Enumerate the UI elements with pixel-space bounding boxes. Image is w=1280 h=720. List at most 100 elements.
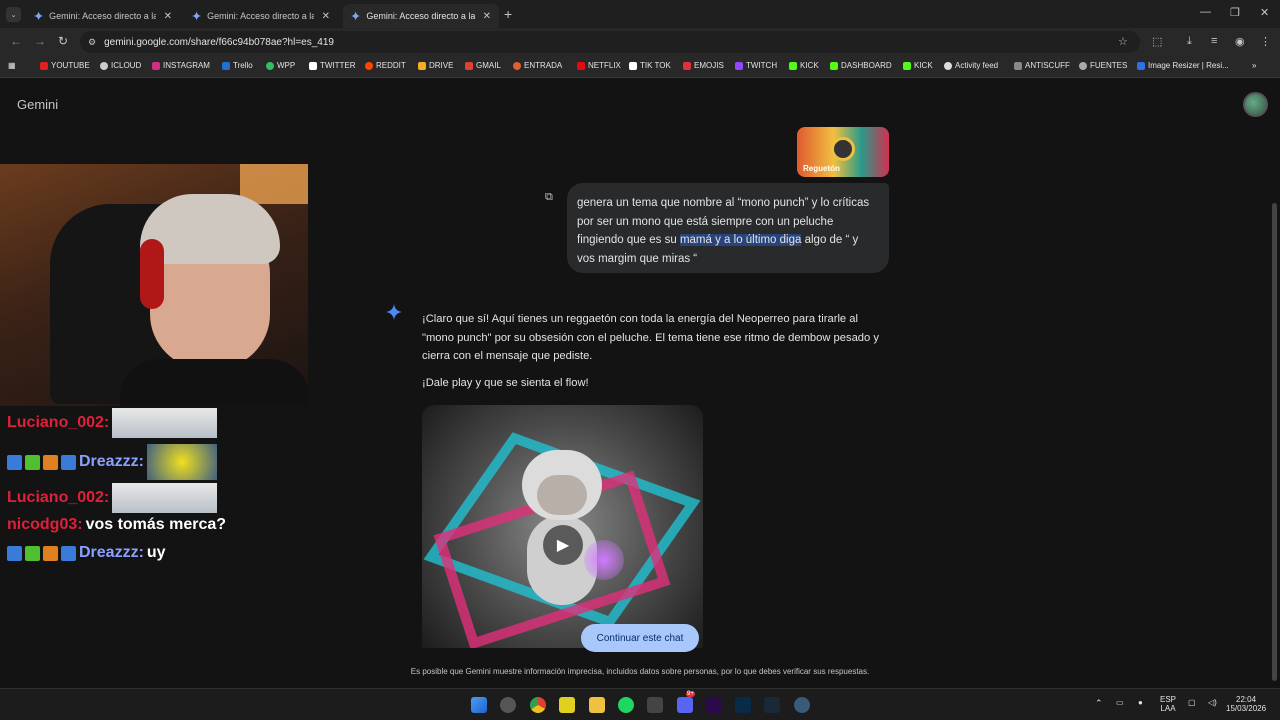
kick-icon — [903, 61, 911, 70]
bookmark-gmail[interactable]: GMAIL — [465, 61, 501, 70]
webcam-overlay — [0, 164, 308, 406]
tab-3-active[interactable]: Gemini: Acceso directo a la IA d ✕ — [343, 4, 499, 28]
bookmark-twitch[interactable]: TWITCH — [735, 61, 777, 70]
chat-username: Dreazzz: — [79, 453, 144, 470]
antiscuff-icon — [1014, 61, 1022, 70]
photoshop-icon[interactable] — [735, 697, 751, 713]
folder-icon[interactable] — [589, 697, 605, 713]
more-menu-icon[interactable]: ⋮ — [1260, 35, 1271, 48]
start-icon[interactable] — [471, 697, 487, 713]
scrollbar[interactable] — [1272, 203, 1277, 681]
chat-emote — [112, 483, 218, 513]
apps-grid-icon[interactable]: ▦ — [8, 61, 16, 70]
play-icon[interactable]: ▶ — [543, 525, 583, 565]
premiere-icon[interactable] — [706, 697, 722, 713]
address-bar[interactable]: ⚙ gemini.google.com/share/f66c94b078ae?h… — [80, 31, 1140, 53]
bookmark-netflix[interactable]: NETFLIX — [577, 61, 621, 70]
bookmark-label: Activity feed — [955, 61, 999, 70]
bookmark-trello[interactable]: Trello — [222, 61, 253, 70]
disclaimer-text: Es posible que Gemini muestre informació… — [410, 667, 870, 676]
audio-attachment[interactable]: Reguetón — [797, 127, 889, 177]
discord-icon[interactable]: 9+ — [677, 691, 695, 713]
bookmark-antiscuff[interactable]: ANTISCUFF — [1014, 61, 1070, 70]
forward-icon[interactable]: → — [34, 34, 46, 48]
close-icon[interactable]: ✕ — [164, 11, 172, 22]
reload-icon[interactable]: ↻ — [58, 34, 68, 48]
more-bookmarks-icon[interactable]: » — [1252, 61, 1256, 70]
bookmark-activity-feed[interactable]: Activity feed — [944, 61, 998, 70]
bookmark-emojis[interactable]: EMOJIS — [683, 61, 724, 70]
bookmark-dashboard[interactable]: DASHBOARD — [830, 61, 892, 70]
bookmark-fuentes[interactable]: FUENTES — [1079, 61, 1127, 70]
tray-expand-icon[interactable]: ⌃ — [1095, 698, 1103, 709]
language-indicator[interactable]: ESP LAA — [1160, 695, 1176, 713]
tab-menu-icon[interactable]: ≡ — [1211, 35, 1217, 47]
gmail-icon — [465, 61, 473, 70]
bookmark-kick-2[interactable]: KICK — [903, 61, 933, 70]
whatsapp-icon — [266, 61, 274, 70]
bookmark-twitter[interactable]: TWITTER — [309, 61, 356, 70]
mic-icon[interactable]: ● — [1138, 698, 1143, 707]
gemini-spark-icon — [192, 11, 202, 21]
copy-icon[interactable]: ⧉ — [545, 191, 553, 204]
bookmark-star-icon[interactable]: ☆ — [1118, 35, 1128, 48]
badge-icon — [25, 545, 40, 561]
language-bottom: LAA — [1160, 704, 1176, 713]
trello-icon — [222, 61, 230, 70]
clock-date: 15/03/2026 — [1226, 704, 1267, 713]
video-art — [537, 475, 587, 515]
video-player[interactable]: ▶ — [422, 405, 703, 648]
site-info-icon[interactable]: ⚙ — [88, 37, 96, 48]
spotify-icon[interactable] — [618, 697, 634, 713]
bookmark-icloud[interactable]: ICLOUD — [100, 61, 141, 70]
bookmark-label: ENTRADA — [524, 61, 563, 70]
window-close-button[interactable]: ✕ — [1260, 6, 1269, 19]
bookmark-label: TIK TOK — [640, 61, 671, 70]
bookmark-drive[interactable]: DRIVE — [418, 61, 453, 70]
chrome-icon[interactable] — [530, 697, 546, 713]
tiktok-icon — [629, 61, 637, 70]
restore-button[interactable]: ❐ — [1230, 6, 1240, 19]
entrada-icon — [513, 61, 521, 70]
bookmark-label: Image Resizer | Resi... — [1148, 61, 1229, 70]
tab-2[interactable]: Gemini: Acceso directo a la IA d ✕ — [184, 4, 338, 28]
drive-icon — [418, 61, 426, 70]
flag-icon[interactable]: ▭ — [1116, 698, 1124, 707]
bookmark-instagram[interactable]: INSTAGRAM — [152, 61, 210, 70]
notification-badge: 9+ — [686, 691, 695, 697]
download-icon[interactable]: ⤓ — [1187, 35, 1192, 48]
back-icon[interactable]: ← — [10, 34, 22, 48]
bookmark-image-resizer[interactable]: Image Resizer | Resi... — [1137, 61, 1229, 70]
bookmark-kick[interactable]: KICK — [789, 61, 819, 70]
globe-icon — [1079, 61, 1087, 70]
volume-icon[interactable]: ◁) — [1208, 698, 1217, 707]
extensions-icon[interactable]: ⬚ — [1152, 35, 1162, 48]
bookmark-label: EMOJIS — [694, 61, 724, 70]
bookmark-youtube[interactable]: YOUTUBE — [40, 61, 90, 70]
bookmark-entrada[interactable]: ENTRADA — [513, 61, 562, 70]
avatar[interactable] — [1243, 92, 1268, 117]
clock[interactable]: 22:04 15/03/2026 — [1226, 695, 1266, 713]
notes-icon[interactable] — [559, 697, 575, 713]
bookmark-reddit[interactable]: REDDIT — [365, 61, 406, 70]
chat-username: Dreazzz: — [79, 544, 144, 561]
tab-search-button[interactable]: ⌄ — [6, 7, 21, 22]
close-icon[interactable]: ✕ — [322, 11, 330, 22]
continue-chat-button[interactable]: Continuar este chat — [581, 624, 699, 652]
bookmark-tiktok[interactable]: TIK TOK — [629, 61, 671, 70]
new-tab-button[interactable]: + — [504, 6, 512, 22]
app-icon[interactable] — [500, 697, 516, 713]
close-icon[interactable]: ✕ — [483, 11, 491, 22]
app-icon[interactable] — [794, 697, 810, 713]
display-icon[interactable]: ▢ — [1188, 698, 1196, 707]
profile-avatar-icon[interactable]: ◉ — [1235, 35, 1245, 48]
bookmark-label: WPP — [277, 61, 296, 70]
selected-text: mamá y a lo último diga — [679, 234, 802, 247]
minimize-button[interactable]: — — [1200, 6, 1211, 18]
app-icon[interactable] — [647, 697, 663, 713]
tab-1[interactable]: Gemini: Acceso directo a la IA d ✕ — [26, 4, 180, 28]
steam-icon[interactable] — [764, 697, 780, 713]
gemini-reply-text: ¡Claro que sí! Aquí tienes un reggaetón … — [422, 313, 879, 363]
badge-icon — [61, 454, 76, 470]
bookmark-wpp[interactable]: WPP — [266, 61, 295, 70]
